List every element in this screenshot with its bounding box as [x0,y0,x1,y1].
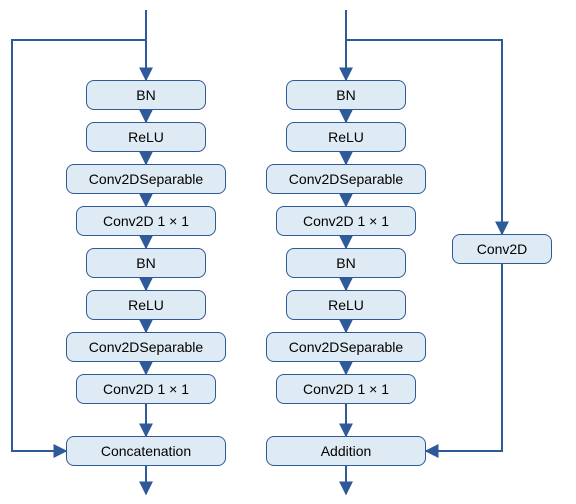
label: Conv2D 1 × 1 [303,213,389,229]
label: Conv2D [477,241,528,257]
label: ReLU [328,129,364,145]
left-block-3: Conv2D 1 × 1 [76,206,216,236]
label: Addition [321,443,372,459]
right-block-5: ReLU [286,290,406,320]
label: ReLU [328,297,364,313]
right-block-2: Conv2DSeparable [266,164,426,194]
left-block-2: Conv2DSeparable [66,164,226,194]
left-block-4: BN [86,248,206,278]
label: Conv2DSeparable [89,171,203,187]
left-merge-box: Concatenation [66,436,226,466]
right-block-7: Conv2D 1 × 1 [276,374,416,404]
label: Conv2D 1 × 1 [103,213,189,229]
label: BN [136,87,155,103]
right-block-3: Conv2D 1 × 1 [276,206,416,236]
label: Conv2DSeparable [89,339,203,355]
right-side-conv-box: Conv2D [452,234,552,264]
right-block-0: BN [286,80,406,110]
label: Conv2D 1 × 1 [103,381,189,397]
right-merge-box: Addition [266,436,426,466]
label: Concatenation [101,443,191,459]
label: Conv2DSeparable [289,171,403,187]
label: BN [336,255,355,271]
left-block-0: BN [86,80,206,110]
label: BN [136,255,155,271]
label: ReLU [128,129,164,145]
label: ReLU [128,297,164,313]
right-block-6: Conv2DSeparable [266,332,426,362]
label: BN [336,87,355,103]
left-block-6: Conv2DSeparable [66,332,226,362]
right-block-4: BN [286,248,406,278]
right-block-1: ReLU [286,122,406,152]
left-block-7: Conv2D 1 × 1 [76,374,216,404]
label: Conv2DSeparable [289,339,403,355]
label: Conv2D 1 × 1 [303,381,389,397]
left-block-5: ReLU [86,290,206,320]
left-block-1: ReLU [86,122,206,152]
